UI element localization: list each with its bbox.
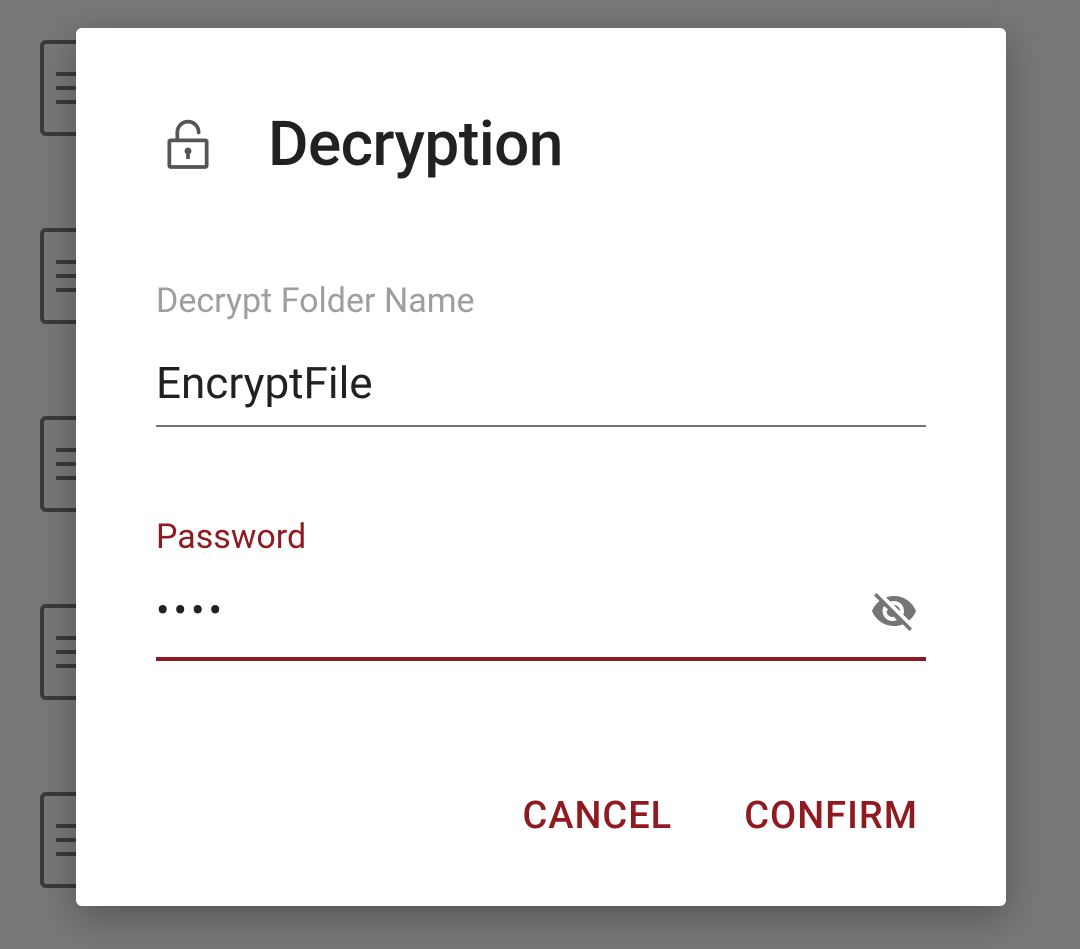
password-label: Password xyxy=(156,517,926,557)
visibility-off-icon[interactable] xyxy=(862,587,926,635)
unlock-icon xyxy=(156,111,220,179)
password-field-group: Password •••• xyxy=(156,517,926,661)
folder-name-label: Decrypt Folder Name xyxy=(156,281,926,321)
confirm-button[interactable]: CONFIRM xyxy=(744,786,918,846)
dialog-header: Decryption xyxy=(156,108,926,181)
dialog-actions: CANCEL CONFIRM xyxy=(156,786,926,846)
folder-name-input[interactable] xyxy=(156,349,926,427)
dialog-title: Decryption xyxy=(268,108,563,181)
folder-name-field-group: Decrypt Folder Name xyxy=(156,281,926,427)
cancel-button[interactable]: CANCEL xyxy=(522,786,672,846)
password-input[interactable]: •••• xyxy=(156,585,862,637)
decryption-dialog: Decryption Decrypt Folder Name Password … xyxy=(76,28,1006,906)
